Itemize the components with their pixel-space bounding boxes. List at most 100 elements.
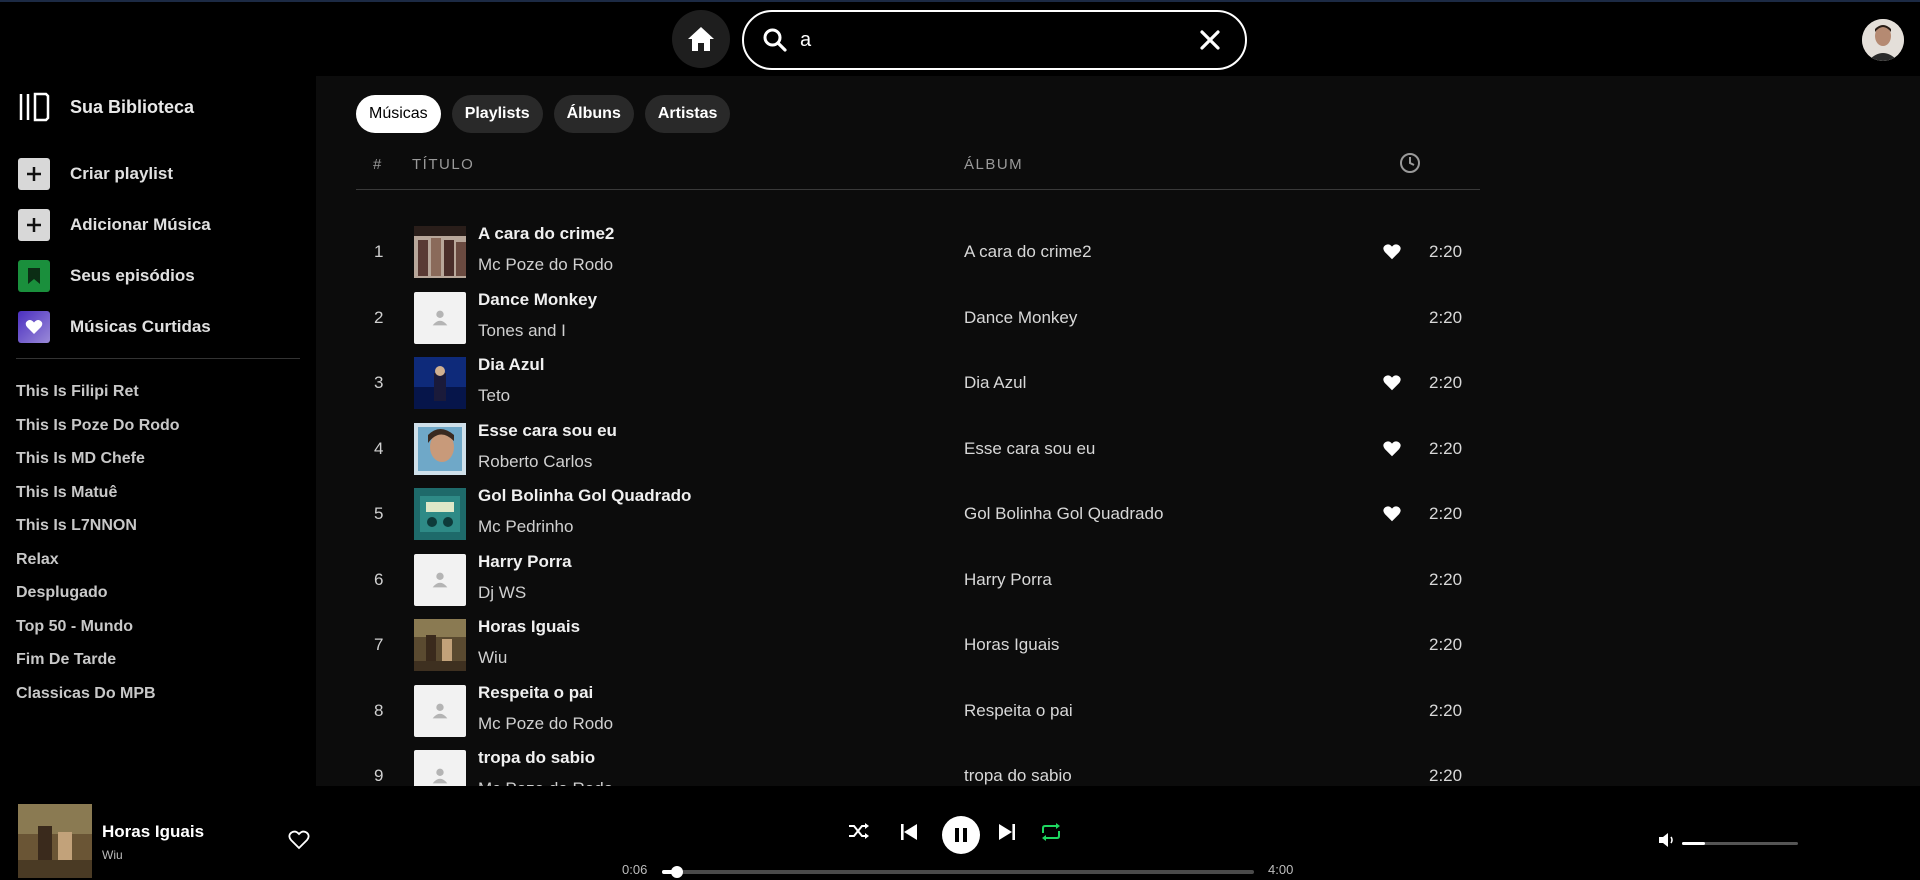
playlist-item[interactable]: This Is Poze Do Rodo	[16, 414, 180, 448]
liked-heart-icon[interactable]	[1382, 374, 1402, 392]
current-time: 0:06	[622, 862, 648, 877]
like-heart-icon[interactable]	[288, 830, 310, 850]
track-album[interactable]: Gol Bolinha Gol Quadrado	[964, 504, 1163, 524]
track-title[interactable]: Horas Iguais	[478, 617, 580, 637]
track-title[interactable]: tropa do sabio	[478, 748, 595, 768]
avatar[interactable]	[1862, 19, 1904, 61]
track-row[interactable]: 2 Dance Monkey Tones and I Dance Monkey 2:20	[356, 286, 1480, 350]
album-cover	[414, 226, 466, 278]
library-link[interactable]: Sua Biblioteca	[18, 92, 194, 122]
track-row[interactable]: 8 Respeita o pai Mc Poze do Rodo Respeita o…	[356, 679, 1480, 743]
repeat-button[interactable]	[1040, 822, 1062, 842]
track-artist[interactable]: Mc Pedrinho	[478, 517, 573, 537]
liked-heart-icon[interactable]	[1382, 505, 1402, 523]
column-header-title[interactable]: TÍTULO	[412, 156, 474, 173]
track-album[interactable]: A cara do crime2	[964, 242, 1092, 262]
playlist-item[interactable]: This Is MD Chefe	[16, 447, 180, 481]
track-title[interactable]: Esse cara sou eu	[478, 421, 617, 441]
playlist-item[interactable]: Fim De Tarde	[16, 648, 180, 682]
library-icon	[19, 92, 50, 122]
track-row[interactable]: 9 tropa do sabio Mc Poze do Rodo tropa do s…	[356, 744, 1480, 786]
track-number: 1	[374, 242, 384, 261]
volume-fill	[1682, 842, 1706, 845]
track-album[interactable]: Horas Iguais	[964, 635, 1059, 655]
plus-icon	[18, 209, 50, 241]
track-artist[interactable]: Dj WS	[478, 583, 526, 603]
track-duration: 2:20	[1429, 373, 1463, 392]
column-header-album[interactable]: ÁLBUM	[964, 156, 1023, 173]
liked-heart-icon[interactable]	[1382, 243, 1402, 261]
track-title[interactable]: Gol Bolinha Gol Quadrado	[478, 486, 691, 506]
filter-chips: Músicas Playlists Álbuns Artistas	[356, 95, 731, 133]
track-row[interactable]: 1 A cara do crime2 Mc Poze do Rodo A cara d…	[356, 220, 1480, 284]
previous-button[interactable]	[900, 823, 918, 841]
track-album[interactable]: Dance Monkey	[964, 308, 1077, 328]
track-number: 9	[374, 766, 384, 785]
filter-chip-playlists[interactable]: Playlists	[451, 95, 543, 133]
track-title[interactable]: Harry Porra	[478, 552, 572, 572]
playlist-item[interactable]: This Is Filipi Ret	[16, 380, 180, 414]
home-button[interactable]	[672, 10, 730, 68]
track-row[interactable]: 5 Gol Bolinha Gol Quadrado Mc Pedrinho Gol …	[356, 482, 1480, 546]
track-album[interactable]: Harry Porra	[964, 570, 1052, 590]
progress-bar[interactable]	[662, 866, 1254, 878]
add-music-button[interactable]: Adicionar Música	[18, 209, 211, 241]
search-bar	[742, 10, 1247, 70]
sidebar-divider	[16, 358, 300, 359]
liked-heart-icon[interactable]	[1382, 440, 1402, 458]
track-album[interactable]: Respeita o pai	[964, 701, 1073, 721]
filter-chip-musicas[interactable]: Músicas	[356, 95, 441, 133]
filter-chip-artistas[interactable]: Artistas	[644, 95, 731, 133]
track-album[interactable]: tropa do sabio	[964, 766, 1072, 786]
volume-slider[interactable]	[1682, 842, 1798, 845]
create-playlist-button[interactable]: Criar playlist	[18, 158, 173, 190]
episodes-link[interactable]: Seus episódios	[18, 260, 195, 292]
playlist-item[interactable]: Top 50 - Mundo	[16, 615, 180, 649]
track-artist[interactable]: Teto	[478, 386, 510, 406]
album-cover	[414, 619, 466, 671]
playlist-list: This Is Filipi Ret This Is Poze Do Rodo …	[16, 380, 180, 715]
shuffle-button[interactable]	[848, 822, 870, 840]
playlist-item[interactable]: This Is L7NNON	[16, 514, 180, 548]
player-bar: Horas Iguais Wiu 0:06 4:00	[0, 786, 1920, 880]
close-icon[interactable]	[1199, 29, 1221, 51]
skip-forward-icon	[999, 824, 1015, 840]
progress-handle[interactable]	[670, 866, 683, 878]
now-playing-title[interactable]: Horas Iguais	[102, 822, 204, 842]
playlist-item[interactable]: Classicas Do MPB	[16, 682, 180, 716]
track-album[interactable]: Esse cara sou eu	[964, 439, 1095, 459]
track-artist[interactable]: Roberto Carlos	[478, 452, 592, 472]
track-row[interactable]: 7 Horas Iguais Wiu Horas Iguais 2:20	[356, 613, 1480, 677]
track-number: 5	[374, 504, 384, 523]
track-number: 4	[374, 438, 384, 458]
track-row[interactable]: 4 Esse cara sou eu Roberto Carlos Esse cara…	[356, 417, 1480, 481]
track-artist[interactable]: Wiu	[478, 648, 507, 668]
album-cover	[414, 422, 466, 475]
pause-button[interactable]	[942, 816, 980, 854]
track-row[interactable]: 3 Dia Azul Teto Dia Azul 2:20	[356, 351, 1480, 415]
track-artist[interactable]: Mc Poze do Rodo	[478, 255, 613, 275]
album-cover	[414, 488, 466, 540]
track-row[interactable]: 6 Harry Porra Dj WS Harry Porra 2:20	[356, 548, 1480, 612]
track-title[interactable]: Dance Monkey	[478, 290, 597, 310]
track-title[interactable]: Respeita o pai	[478, 683, 593, 703]
search-input[interactable]	[800, 26, 1180, 54]
track-number: 8	[374, 700, 384, 720]
track-artist[interactable]: Mc Poze do Rodo	[478, 714, 613, 734]
pause-icon	[955, 828, 967, 842]
add-music-label: Adicionar Música	[70, 215, 211, 234]
playlist-item[interactable]: Desplugado	[16, 581, 180, 615]
filter-chip-albuns[interactable]: Álbuns	[553, 95, 634, 133]
track-artist[interactable]: Mc Poze do Rodo	[478, 779, 613, 786]
liked-songs-link[interactable]: Músicas Curtidas	[18, 311, 211, 343]
next-button[interactable]	[998, 823, 1016, 841]
track-album[interactable]: Dia Azul	[964, 373, 1026, 393]
playlist-item[interactable]: Relax	[16, 548, 180, 582]
playlist-item[interactable]: This Is Matuê	[16, 481, 180, 515]
now-playing-artist[interactable]: Wiu	[102, 848, 123, 862]
track-artist[interactable]: Tones and I	[478, 321, 566, 341]
volume-icon[interactable]	[1658, 832, 1676, 848]
track-title[interactable]: A cara do crime2	[478, 224, 614, 244]
track-title[interactable]: Dia Azul	[478, 355, 544, 375]
skip-back-icon	[901, 824, 917, 840]
